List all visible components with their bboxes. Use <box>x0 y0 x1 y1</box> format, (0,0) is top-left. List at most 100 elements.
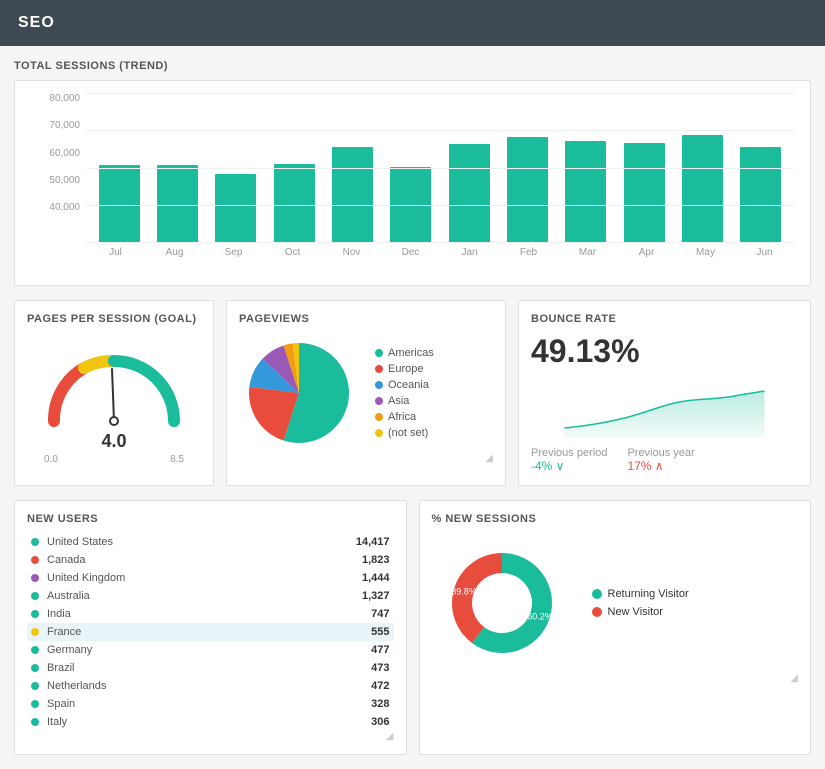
legend-label: Europe <box>388 363 423 375</box>
bounce-sparkline <box>531 378 798 438</box>
legend-item: Americas <box>375 347 434 359</box>
total-sessions-section: TOTAL SESSIONS (TREND) 80,000 70,000 60,00… <box>14 60 811 286</box>
period-label-1: Previous period <box>531 447 607 459</box>
pageviews-card: PAGEVIEWS Americas Europe Oceania Asia Afric… <box>226 300 506 486</box>
ns-dot <box>592 607 602 617</box>
bar-label: Jul <box>86 247 145 258</box>
bar-label: May <box>676 247 735 258</box>
y-label: 40,000 <box>31 202 86 213</box>
country-name: United Kingdom <box>47 572 362 584</box>
resize-handle[interactable]: ◢ <box>239 453 493 464</box>
bar <box>449 144 490 243</box>
y-label: 60,000 <box>31 148 86 159</box>
pageviews-legend: Americas Europe Oceania Asia Africa (not set) <box>375 347 434 439</box>
total-sessions-card: 80,000 70,000 60,000 50,000 40,000 JulAugSep… <box>14 80 811 286</box>
user-count: 555 <box>371 626 389 638</box>
bounce-previous-year: Previous year 17% ∧ <box>627 447 694 473</box>
country-name: Netherlands <box>47 680 371 692</box>
ns-legend-item: Returning Visitor <box>592 588 689 600</box>
table-row: United Kingdom1,444 <box>27 569 394 587</box>
y-label: 70,000 <box>31 120 86 131</box>
table-row: United States14,417 <box>27 533 394 551</box>
bar <box>332 147 373 243</box>
bar-label: Jan <box>440 247 499 258</box>
bar-item <box>673 93 731 243</box>
legend-item: Oceania <box>375 379 434 391</box>
y-label: 50,000 <box>31 175 86 186</box>
legend-dot <box>375 381 383 389</box>
ns-label: Returning Visitor <box>608 588 689 600</box>
user-count: 747 <box>371 608 389 620</box>
user-count: 473 <box>371 662 389 674</box>
donut-segment <box>452 553 502 643</box>
user-count: 1,823 <box>362 554 390 566</box>
bar-label: Sep <box>204 247 263 258</box>
table-row: Italy306 <box>27 713 394 731</box>
country-dot <box>31 556 39 564</box>
user-count: 472 <box>371 680 389 692</box>
legend-label: Americas <box>388 347 434 359</box>
users-table: United States14,417Canada1,823United Kin… <box>27 533 394 731</box>
legend-dot <box>375 397 383 405</box>
donut-label: 39.8% <box>451 586 477 596</box>
table-row: Spain328 <box>27 695 394 713</box>
legend-item: Asia <box>375 395 434 407</box>
legend-item: Africa <box>375 411 434 423</box>
country-name: Germany <box>47 644 371 656</box>
country-name: United States <box>47 536 356 548</box>
new-users-title: NEW USERS <box>27 513 394 525</box>
country-dot <box>31 700 39 708</box>
table-row: Australia1,327 <box>27 587 394 605</box>
bar <box>565 141 606 243</box>
country-dot <box>31 718 39 726</box>
table-row: France555 <box>27 623 394 641</box>
legend-item: Europe <box>375 363 434 375</box>
bar-item <box>265 93 323 243</box>
bar <box>157 165 198 243</box>
country-name: Australia <box>47 590 362 602</box>
gauge-min: 0.0 <box>44 454 58 465</box>
bar-label: Jun <box>735 247 794 258</box>
page-title: SEO <box>18 14 55 31</box>
y-axis: 80,000 70,000 60,000 50,000 40,000 <box>31 93 86 213</box>
bar-item <box>207 93 265 243</box>
bar <box>740 147 781 243</box>
middle-row: PAGES PER SESSION (GOAL) 4.0 <box>14 300 811 486</box>
legend-label: Africa <box>388 411 416 423</box>
bar-item <box>90 93 148 243</box>
user-count: 1,327 <box>362 590 390 602</box>
country-name: India <box>47 608 371 620</box>
sessions-donut: 60.2% 39.8% <box>432 533 572 673</box>
legend-dot <box>375 365 383 373</box>
y-label: 80,000 <box>31 93 86 104</box>
new-users-card: NEW USERS United States14,417Canada1,823… <box>14 500 407 755</box>
country-name: Spain <box>47 698 371 710</box>
new-sessions-content: 60.2% 39.8% Returning VisitorNew Visitor <box>432 533 799 673</box>
bar-item <box>498 93 556 243</box>
period-delta-2: 17% ∧ <box>627 459 694 473</box>
pie-section: Americas Europe Oceania Asia Africa (not set) <box>239 333 493 453</box>
bar <box>215 174 256 243</box>
gauge-range: 0.0 8.5 <box>44 454 184 465</box>
legend-item: (not set) <box>375 427 434 439</box>
bar-label: Aug <box>145 247 204 258</box>
new-users-resize[interactable]: ◢ <box>27 731 394 742</box>
bar-label: Nov <box>322 247 381 258</box>
pageviews-title: PAGEVIEWS <box>239 313 493 325</box>
user-count: 477 <box>371 644 389 656</box>
donut-label: 60.2% <box>527 612 553 622</box>
bar-item <box>557 93 615 243</box>
new-sessions-resize[interactable]: ◢ <box>432 673 799 684</box>
bar-label: Dec <box>381 247 440 258</box>
sessions-legend: Returning VisitorNew Visitor <box>592 588 689 618</box>
bar-chart: 80,000 70,000 60,000 50,000 40,000 JulAugSep… <box>31 93 794 273</box>
country-dot <box>31 682 39 690</box>
legend-label: Asia <box>388 395 409 407</box>
table-row: Canada1,823 <box>27 551 394 569</box>
country-dot <box>31 628 39 636</box>
country-dot <box>31 664 39 672</box>
pps-title: PAGES PER SESSION (GOAL) <box>27 313 201 325</box>
bar-item <box>148 93 206 243</box>
bar-item <box>323 93 381 243</box>
total-sessions-title: TOTAL SESSIONS (TREND) <box>14 60 811 72</box>
